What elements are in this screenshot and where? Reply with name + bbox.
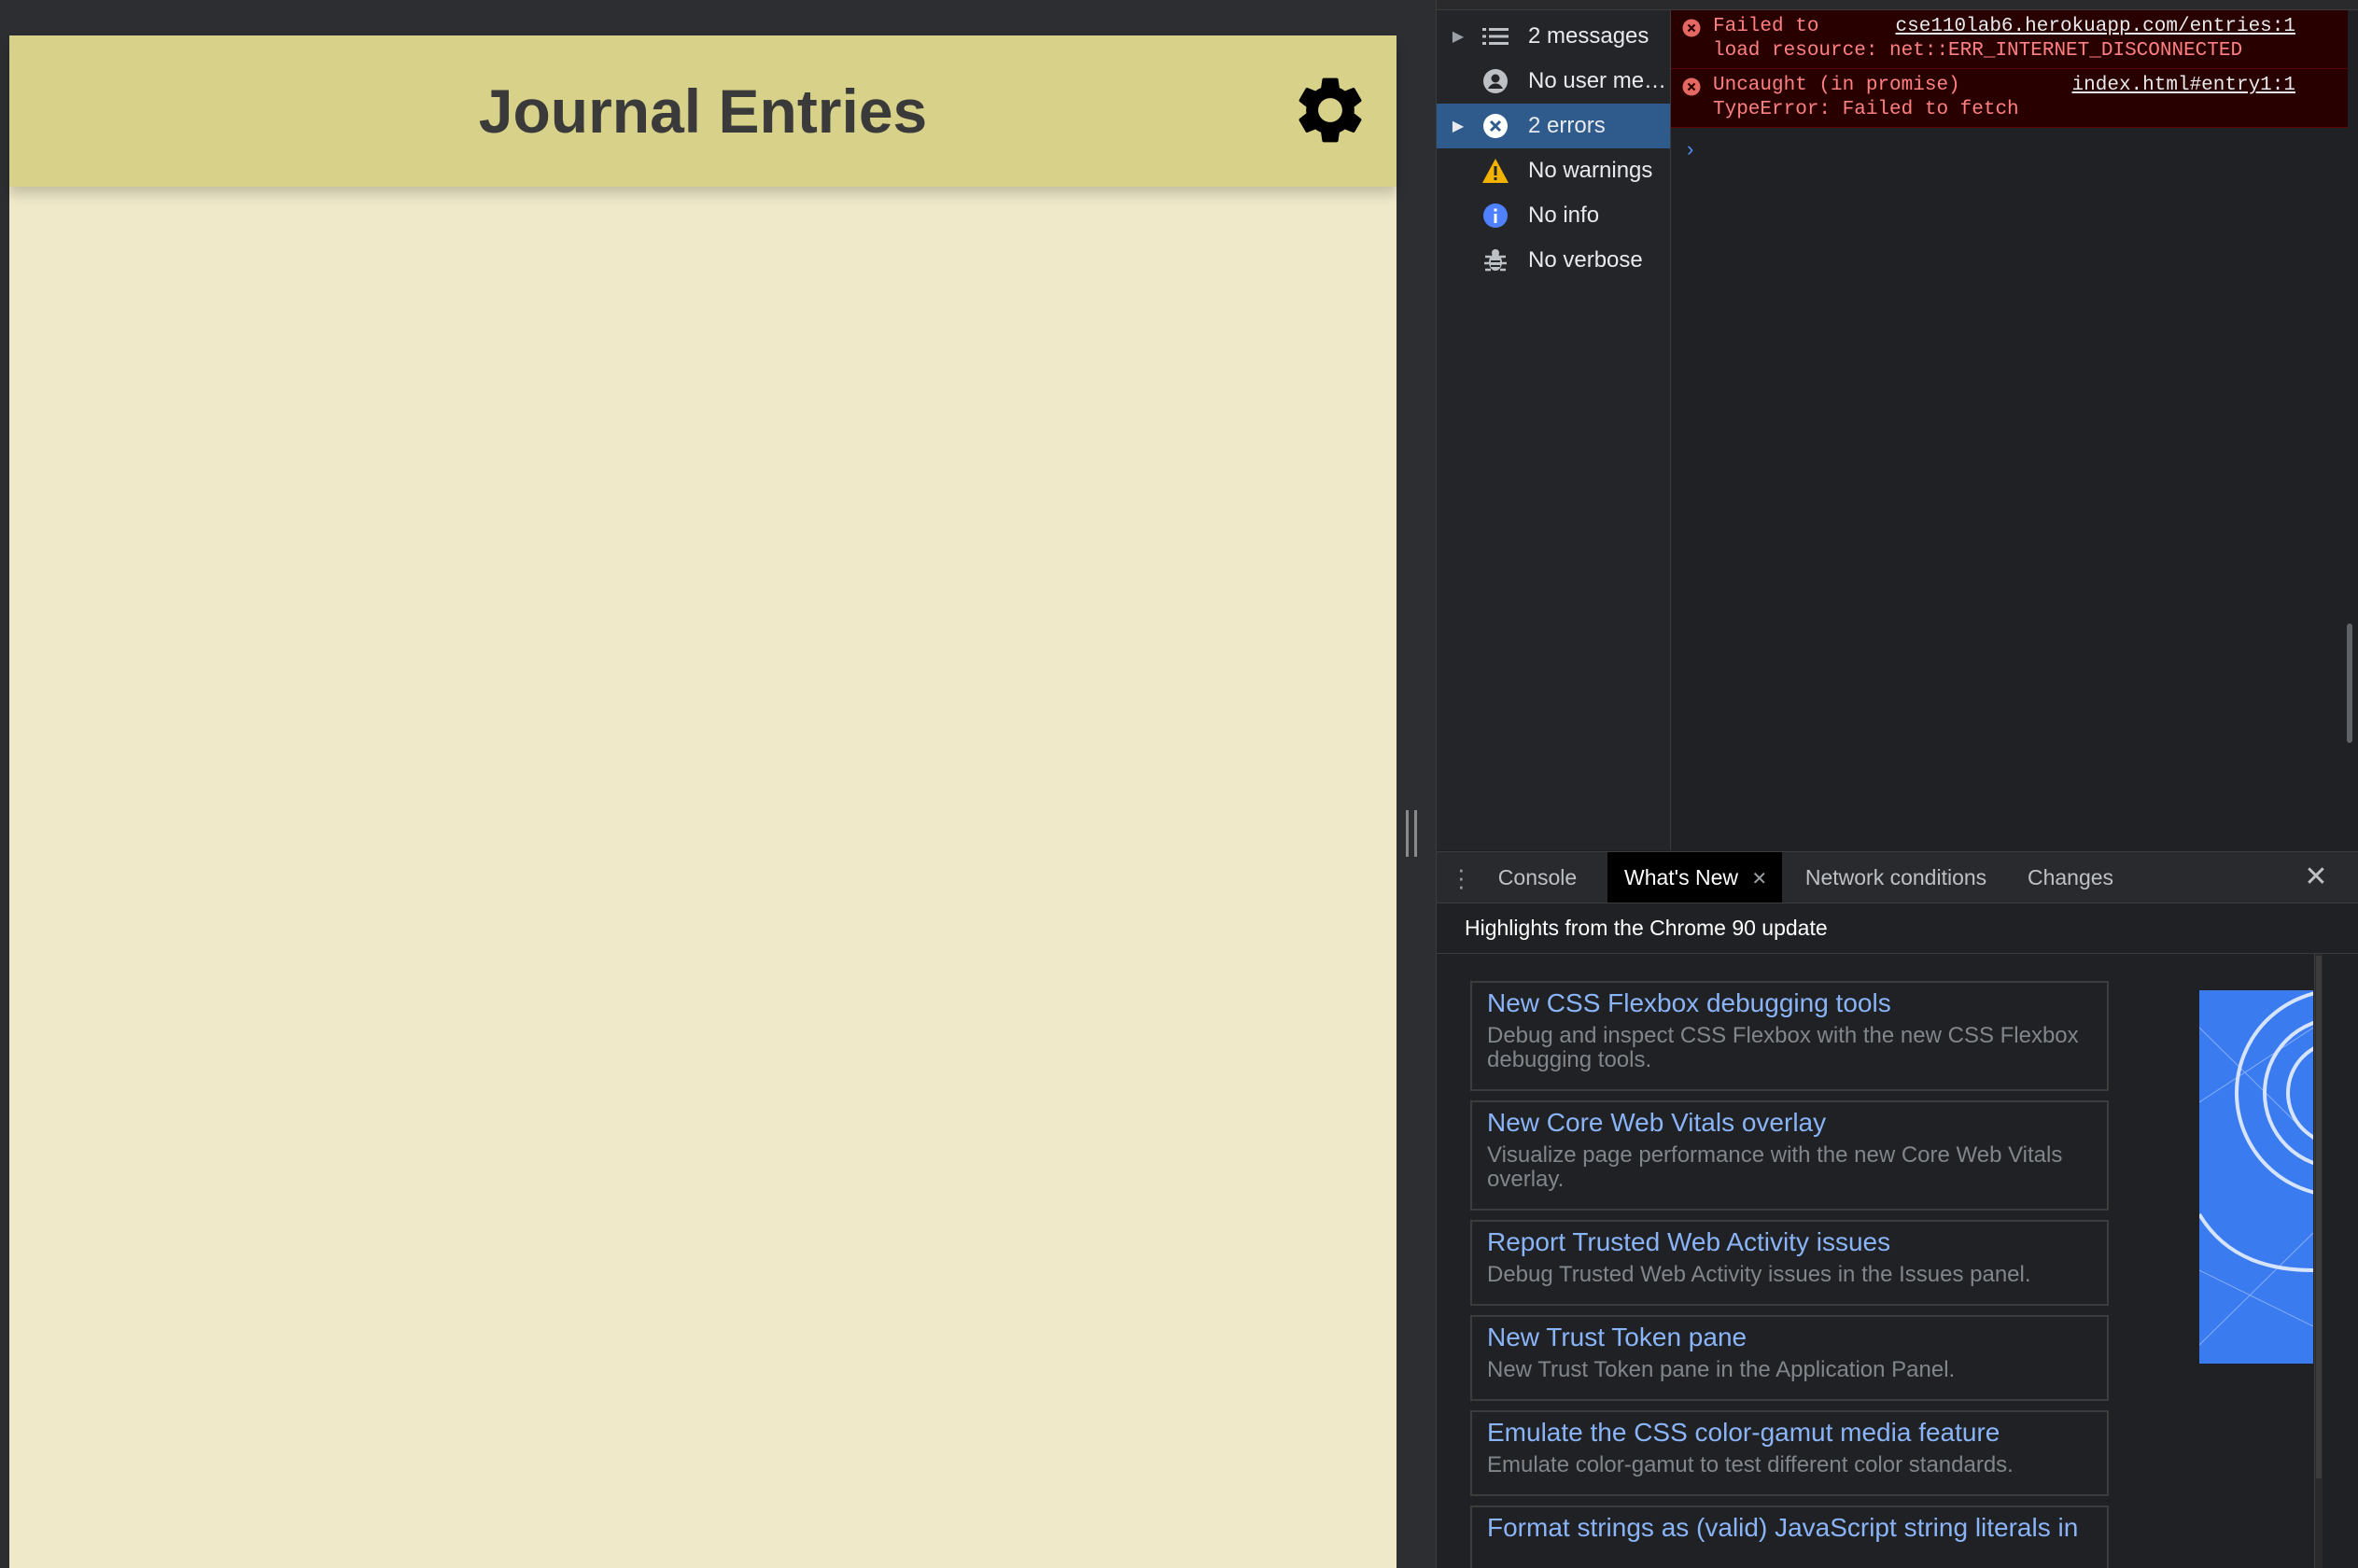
expand-arrow-icon[interactable]: ▶: [1437, 117, 1480, 135]
error-text: Uncaught (in promise) TypeError: Failed …: [1713, 75, 2019, 120]
expand-arrow-icon[interactable]: ▶: [1437, 27, 1480, 46]
whats-new-item[interactable]: New CSS Flexbox debugging tools Debug an…: [1470, 981, 2109, 1091]
tab-console[interactable]: Console: [1481, 852, 1593, 903]
sidebar-item-label: 2 messages: [1528, 23, 1649, 49]
console-error-message[interactable]: Uncaught (in promise) TypeError: Failed …: [1671, 69, 2348, 128]
sidebar-item-label: No user me…: [1528, 68, 1667, 93]
item-description: Visualize page performance with the new …: [1487, 1142, 2063, 1192]
console-output[interactable]: Failed to load resource: net::ERR_INTERN…: [1671, 10, 2348, 850]
scrollbar[interactable]: [2316, 956, 2322, 1478]
devtools-panel: ▶ 2 messages No user me… ▶ 2 errors No w…: [1436, 0, 2358, 1568]
item-title[interactable]: Report Trusted Web Activity issues: [1487, 1227, 1890, 1257]
item-title[interactable]: Emulate the CSS color-gamut media featur…: [1487, 1418, 2000, 1448]
item-title[interactable]: New Trust Token pane: [1487, 1323, 1747, 1352]
error-source-link[interactable]: cse110lab6.herokuapp.com/entries:1: [1896, 15, 2295, 39]
sidebar-item-label: No info: [1528, 203, 1600, 228]
sidebar-item-label: 2 errors: [1528, 113, 1606, 138]
whats-new-item[interactable]: Emulate the CSS color-gamut media featur…: [1470, 1410, 2109, 1496]
page-viewport: Journal Entries: [0, 0, 1436, 1568]
console-error-message[interactable]: Failed to load resource: net::ERR_INTERN…: [1671, 10, 2348, 69]
scrollbar[interactable]: [2347, 623, 2352, 743]
error-source-link[interactable]: index.html#entry1:1: [2072, 74, 2295, 98]
item-title[interactable]: New Core Web Vitals overlay: [1487, 1108, 1826, 1138]
sidebar-item-errors[interactable]: ▶ 2 errors: [1437, 104, 1670, 148]
whats-new-illustration: [2199, 990, 2313, 1364]
sidebar-item-info[interactable]: No info: [1437, 193, 1670, 238]
sidebar-item-user-messages[interactable]: No user me…: [1437, 59, 1670, 104]
sidebar-item-warnings[interactable]: No warnings: [1437, 148, 1670, 193]
whats-new-item[interactable]: New Trust Token pane New Trust Token pan…: [1470, 1315, 2109, 1401]
item-title[interactable]: New CSS Flexbox debugging tools: [1487, 988, 1891, 1018]
gear-icon[interactable]: [1290, 70, 1370, 150]
sidebar-item-messages[interactable]: ▶ 2 messages: [1437, 14, 1670, 59]
drawer-tab-bar: · · · Console What's New ✕ Network conditi…: [1437, 851, 2358, 903]
page-title: Journal Entries: [478, 77, 928, 146]
sidebar-item-label: No verbose: [1528, 247, 1643, 273]
whats-new-item[interactable]: New Core Web Vitals overlay Visualize pa…: [1470, 1100, 2109, 1211]
sidebar-item-verbose[interactable]: No verbose: [1437, 238, 1670, 283]
close-icon[interactable]: ✕: [2297, 852, 2335, 903]
whats-new-item[interactable]: Report Trusted Web Activity issues Debug…: [1470, 1220, 2109, 1306]
panel-resize-handle[interactable]: [1406, 810, 1417, 857]
tab-changes[interactable]: Changes: [2010, 852, 2131, 903]
item-description: Debug and inspect CSS Flexbox with the n…: [1487, 1023, 2079, 1072]
error-icon: [1480, 112, 1511, 140]
item-title[interactable]: Format strings as (valid) JavaScript str…: [1487, 1513, 2078, 1543]
user-icon: [1480, 67, 1511, 95]
info-icon: [1480, 202, 1511, 230]
item-description: Debug Trusted Web Activity issues in the…: [1487, 1262, 2031, 1287]
console-prompt[interactable]: ›: [1684, 139, 1696, 162]
whats-new-item[interactable]: Format strings as (valid) JavaScript str…: [1470, 1505, 2109, 1568]
sidebar-item-label: No warnings: [1528, 158, 1653, 183]
item-description: Emulate color-gamut to test different co…: [1487, 1452, 2014, 1477]
item-description: New Trust Token pane in the Application …: [1487, 1357, 1956, 1382]
error-icon: [1682, 19, 1701, 46]
whats-new-list[interactable]: New CSS Flexbox debugging tools Debug an…: [1437, 954, 2358, 1568]
close-tab-icon[interactable]: ✕: [1751, 869, 1767, 889]
whats-new-heading: Highlights from the Chrome 90 update: [1437, 903, 2358, 954]
journal-page: Journal Entries: [9, 35, 1397, 1568]
list-icon: [1480, 22, 1511, 50]
console-sidebar: ▶ 2 messages No user me… ▶ 2 errors No w…: [1437, 10, 1671, 850]
bug-icon: [1480, 246, 1511, 274]
tab-network-conditions[interactable]: Network conditions: [1793, 852, 1999, 903]
tab-whats-new[interactable]: What's New ✕: [1607, 852, 1782, 903]
warning-icon: [1480, 157, 1511, 185]
error-icon: [1682, 77, 1701, 105]
devtools-toolbar: [1437, 0, 2358, 10]
page-header: Journal Entries: [9, 35, 1397, 187]
more-options-icon[interactable]: · · ·: [1457, 857, 1466, 898]
